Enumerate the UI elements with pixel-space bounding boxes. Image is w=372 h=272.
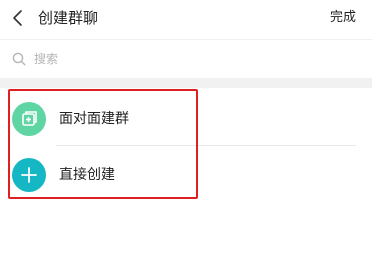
search-input[interactable]: 搜索 (34, 50, 58, 68)
done-button[interactable]: 完成 (330, 9, 356, 27)
page-title: 创建群聊 (38, 9, 99, 27)
chevron-left-icon[interactable] (10, 8, 26, 28)
section-divider (0, 78, 372, 88)
highlight-box (8, 89, 198, 199)
top-bar: 创建群聊 完成 (0, 0, 372, 38)
search-bar[interactable]: 搜索 (0, 39, 372, 78)
search-icon (12, 52, 26, 66)
